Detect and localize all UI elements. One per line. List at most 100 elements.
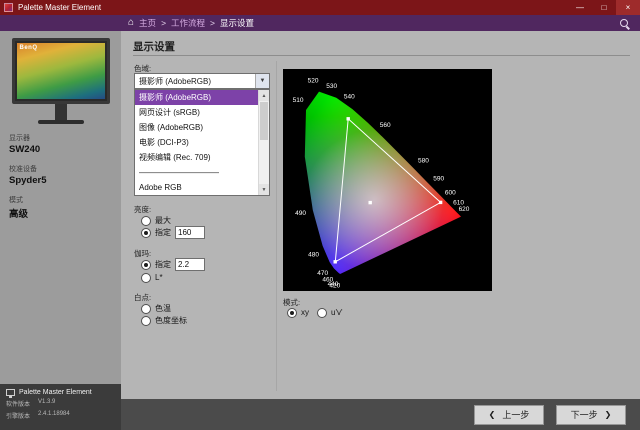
white-point-temperature-option[interactable]: 色温 [141, 303, 171, 314]
scrollbar-thumb[interactable] [260, 102, 268, 140]
monitor-stand [55, 104, 67, 120]
monitor-screen-image: BenQ [17, 43, 105, 99]
diagram-mode-xy-option[interactable]: xy [287, 307, 309, 318]
calibrator-label: 校准设备 [9, 164, 121, 174]
option-label: u'v' [331, 308, 343, 317]
page-title: 显示设置 [133, 39, 175, 54]
radio-icon[interactable] [141, 216, 151, 226]
sidebar: BenQ 显示器 SW240 校准设备 Spyder5 模式 高级 Palett… [0, 31, 121, 430]
option-label: 指定 [155, 259, 171, 270]
main-content: 显示设置 色域: 摄影师 (AdobeRGB) ▼ 摄影师 (AdobeRGB)… [121, 31, 640, 399]
next-step-button[interactable]: 下一步 ❯ [556, 405, 626, 425]
radio-icon[interactable] [141, 304, 151, 314]
breadcrumb: ⌂ 主页 > 工作流程 > 显示设置 [128, 17, 254, 29]
wavelength-label: 460 [322, 277, 333, 284]
window-controls: — □ × [568, 0, 640, 15]
wavelength-label: 610 [453, 200, 464, 207]
dropdown-item[interactable]: 图像 (AdobeRGB) [135, 120, 258, 135]
breadcrumb-separator: > [210, 18, 215, 28]
wavelength-label: 600 [445, 190, 456, 197]
app-icon [4, 3, 13, 12]
chromaticity-horseshoe [283, 69, 492, 291]
radio-icon[interactable] [141, 316, 151, 326]
title-divider [133, 55, 630, 56]
close-icon[interactable]: × [616, 0, 640, 15]
diagram-mode-uv-option[interactable]: u'v' [317, 307, 343, 318]
header-bar: ⌂ 主页 > 工作流程 > 显示设置 [0, 15, 640, 31]
software-version-label: 软件版本 [6, 399, 30, 408]
previous-step-button[interactable]: ❮ 上一步 [474, 405, 544, 425]
sidebar-info: 显示器 SW240 校准设备 Spyder5 模式 高级 [0, 133, 121, 220]
dropdown-item[interactable]: Adobe RGB [135, 180, 258, 195]
monitor-image: BenQ [12, 38, 110, 124]
radio-icon[interactable] [287, 308, 297, 318]
wavelength-label: 520 [308, 77, 319, 84]
next-step-label: 下一步 [571, 408, 598, 421]
gamma-lstar-option[interactable]: L* [141, 272, 163, 283]
luminance-label: 亮度: [134, 204, 151, 215]
wavelength-label: 620 [459, 206, 470, 213]
home-icon[interactable]: ⌂ [128, 18, 134, 28]
search-icon[interactable] [620, 19, 628, 27]
option-label: L* [155, 273, 163, 282]
gamma-value-input[interactable] [175, 258, 205, 271]
radio-icon[interactable] [141, 260, 151, 270]
wavelength-label: 560 [380, 122, 391, 129]
bottom-nav-bar: ❮ 上一步 下一步 ❯ [121, 399, 640, 430]
wavelength-label: 420 [329, 283, 340, 290]
display-label: 显示器 [9, 133, 121, 143]
window-title: Palette Master Element [18, 3, 101, 12]
wavelength-label: 440 [328, 281, 339, 288]
luminance-value-input[interactable] [175, 226, 205, 239]
gamut-combobox[interactable]: 摄影师 (AdobeRGB) ▼ [134, 73, 270, 89]
app-window: Palette Master Element — □ × ⌂ 主页 > 工作流程… [0, 0, 640, 430]
wavelength-label: 580 [418, 158, 429, 165]
gamut-selected-value: 摄影师 (AdobeRGB) [139, 76, 211, 87]
white-point-label: 白点: [134, 292, 151, 303]
sidebar-footer: Palette Master Element 软件版本 V1.3.9 引擎版本 … [0, 384, 121, 430]
monitor-screen: BenQ [12, 38, 110, 104]
radio-icon[interactable] [141, 273, 151, 283]
scroll-up-icon[interactable]: ▲ [259, 90, 269, 101]
radio-icon[interactable] [141, 228, 151, 238]
software-version-value: V1.3.9 [38, 399, 55, 408]
dropdown-item[interactable]: 电影 (DCI-P3) [135, 135, 258, 150]
engine-version-value: 2.4.1.18984 [38, 411, 70, 420]
chevron-left-icon: ❮ [489, 410, 496, 419]
mode-label: 模式 [9, 195, 121, 205]
wavelength-label: 540 [344, 94, 355, 101]
footer-app-name: Palette Master Element [19, 389, 92, 396]
maximize-icon[interactable]: □ [592, 0, 616, 15]
minimize-icon[interactable]: — [568, 0, 592, 15]
monitor-icon [6, 389, 15, 396]
dropdown-scrollbar[interactable]: ▲ ▼ [258, 90, 269, 195]
chevron-down-icon[interactable]: ▼ [255, 74, 269, 88]
luminance-custom-option[interactable]: 指定 [141, 227, 205, 238]
breadcrumb-separator: > [161, 18, 166, 28]
breadcrumb-workflow[interactable]: 工作流程 [171, 17, 205, 29]
vertical-divider [276, 61, 277, 391]
monitor-base [38, 120, 84, 124]
breadcrumb-current: 显示设置 [220, 17, 254, 29]
monitor-brand-logo: BenQ [20, 45, 38, 51]
gamut-dropdown-list: 摄影师 (AdobeRGB) 网页设计 (sRGB) 图像 (AdobeRGB)… [134, 89, 270, 196]
mode-value: 高级 [9, 206, 121, 220]
dropdown-item[interactable]: 视频编辑 (Rec. 709) [135, 150, 258, 165]
wavelength-label: 530 [326, 83, 337, 90]
gamma-label: 伽玛: [134, 248, 151, 259]
cie-chromaticity-diagram: 4204404604704804905105205305405605805906… [283, 69, 492, 291]
wavelength-label: 510 [293, 97, 304, 104]
engine-version-label: 引擎版本 [6, 411, 30, 420]
dropdown-item[interactable]: 摄影师 (AdobeRGB) [135, 90, 258, 105]
luminance-max-option[interactable]: 最大 [141, 215, 171, 226]
radio-icon[interactable] [317, 308, 327, 318]
breadcrumb-home[interactable]: 主页 [139, 17, 156, 29]
dropdown-item[interactable]: 网页设计 (sRGB) [135, 105, 258, 120]
dropdown-separator: —————————— [135, 165, 258, 180]
gamma-custom-option[interactable]: 指定 [141, 259, 205, 270]
white-point-coordinate-option[interactable]: 色度坐标 [141, 315, 187, 326]
wavelength-label: 480 [308, 252, 319, 259]
scroll-down-icon[interactable]: ▼ [259, 184, 269, 195]
previous-step-label: 上一步 [502, 408, 529, 421]
option-label: 色度坐标 [155, 315, 187, 326]
